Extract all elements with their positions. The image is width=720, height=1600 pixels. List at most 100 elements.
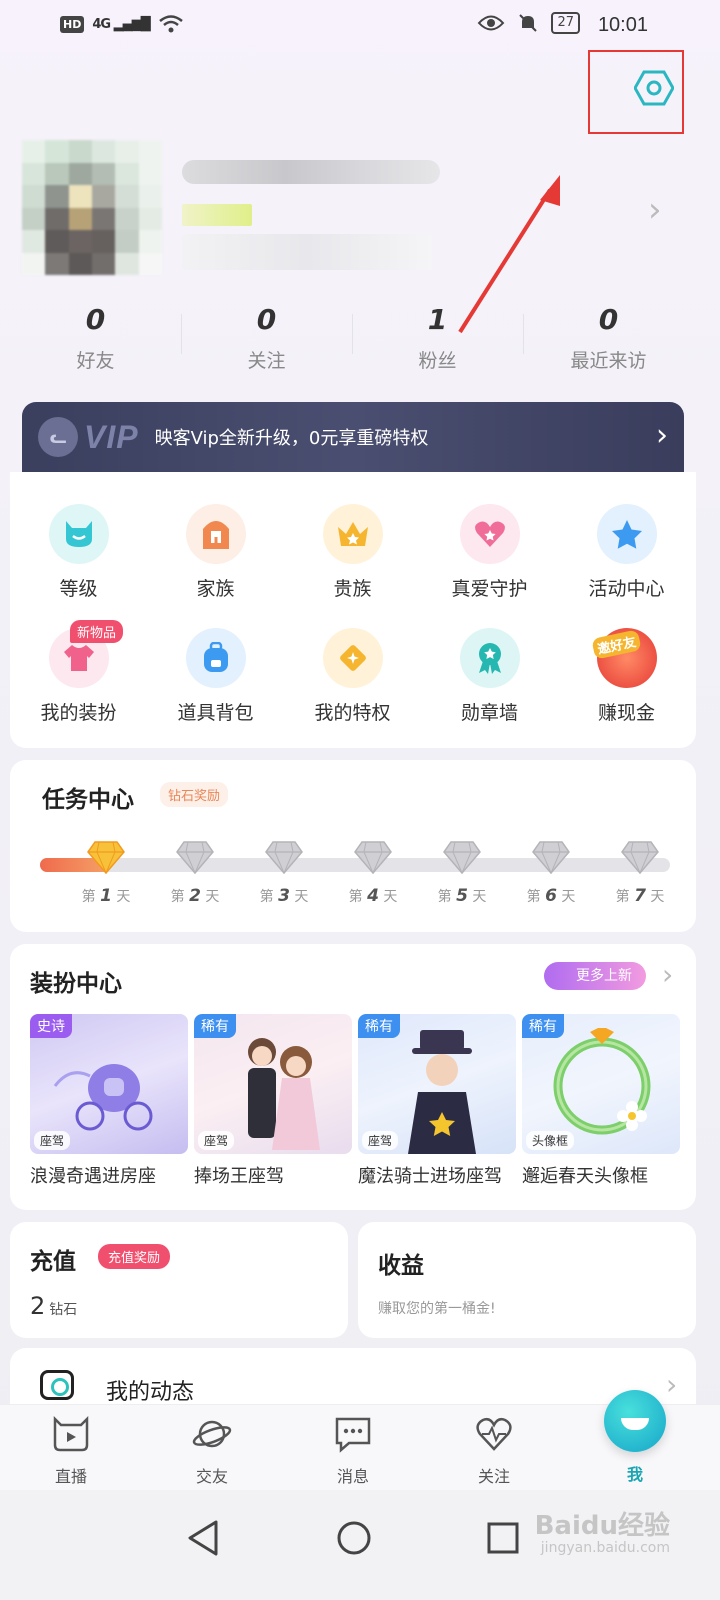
chevron-right-icon: ›	[656, 418, 668, 453]
profile-stats: 0 好友 0 关注 1 粉丝 0 最近来访	[10, 300, 694, 380]
recharge-title: 充值	[30, 1249, 76, 1275]
feature-activity-center[interactable]: 活动中心	[558, 504, 695, 601]
planet-icon	[192, 1420, 232, 1448]
stat-value: 0	[256, 303, 277, 336]
feature-props-backpack[interactable]: 道具背包	[147, 628, 284, 725]
diamond-balance: 2 钻石	[30, 1292, 77, 1320]
tab-messages[interactable]: 消息	[308, 1415, 398, 1487]
chevron-right-icon[interactable]: ›	[662, 958, 673, 991]
settings-gear-icon[interactable]	[634, 70, 674, 106]
heart-guard-icon	[459, 504, 520, 564]
diamond-icon	[354, 841, 392, 875]
checkin-day: 第 2 天	[165, 840, 225, 906]
checkin-day: 第 5 天	[432, 840, 492, 906]
profile-chevron-icon[interactable]: ›	[648, 190, 662, 230]
hd-indicator: HD	[60, 15, 85, 33]
flower-frame-icon	[553, 1028, 651, 1135]
tab-following[interactable]: 关注	[449, 1415, 539, 1487]
tab-live[interactable]: 直播	[26, 1415, 116, 1487]
couple-illustration-icon	[248, 1038, 320, 1150]
feature-earn-cash[interactable]: 邀好友 赚现金	[558, 628, 695, 725]
home-circle-icon[interactable]	[336, 1518, 372, 1558]
me-active-icon[interactable]	[604, 1390, 666, 1452]
item-name: 魔法骑士进场座驾	[358, 1166, 502, 1187]
earnings-subtitle: 赚取您的第一桶金!	[378, 1301, 496, 1317]
feature-noble[interactable]: 贵族	[284, 504, 421, 601]
feature-my-outfit[interactable]: 新物品 我的装扮	[10, 620, 147, 725]
stat-recent-visitors[interactable]: 0 最近来访	[523, 300, 694, 380]
day-number: 1	[100, 886, 112, 906]
dress-item[interactable]: 稀有 头像框 邂逅春天头像框	[522, 1014, 680, 1188]
dress-item[interactable]: 史诗 座驾 浪漫奇遇进房座	[30, 1014, 188, 1188]
day-prefix: 第	[615, 889, 630, 905]
item-type: 座驾	[362, 1131, 399, 1150]
day-suffix: 天	[561, 889, 576, 905]
more-new-button[interactable]: 更多上新	[544, 962, 646, 990]
avatar-mosaic	[22, 140, 162, 275]
item-image-knight: 稀有 座驾	[358, 1014, 516, 1154]
feature-label: 我的特权	[314, 702, 391, 724]
checkin-day: 第 6 天	[521, 840, 581, 906]
task-center-card[interactable]: 任务中心 钻石奖励 第 1 天第 2 天第 3 天第 4 天第 5 天第 6 天…	[10, 760, 696, 932]
day-number: 7	[634, 886, 646, 906]
tab-make-friends[interactable]: 交友	[167, 1415, 257, 1487]
stat-fans[interactable]: 1 粉丝	[352, 300, 523, 380]
tab-label: 我	[626, 1465, 643, 1484]
feature-label: 赚现金	[597, 702, 655, 724]
watermark-main: Baidu经验	[534, 1511, 670, 1541]
tab-me[interactable]: 我	[590, 1455, 680, 1485]
earnings-card[interactable]: 收益 赚取您的第一桶金!	[358, 1222, 696, 1338]
back-triangle-icon[interactable]	[186, 1518, 220, 1558]
feature-my-privilege[interactable]: 我的特权	[284, 628, 421, 725]
feature-true-love-guard[interactable]: 真爱守护	[421, 504, 558, 601]
noble-crown-icon	[322, 504, 383, 564]
level-badge-mosaic	[182, 204, 252, 226]
day-label: 第 5 天	[432, 886, 492, 906]
status-left: HD 4G ▂▄▆█	[60, 14, 184, 34]
recharge-card[interactable]: 充值 充值奖励 2 钻石	[10, 1222, 348, 1338]
username-blurred[interactable]	[182, 160, 442, 272]
recents-square-icon[interactable]	[486, 1518, 520, 1558]
feature-label: 勋章墙	[460, 702, 518, 724]
checkin-day: 第 7 天	[610, 840, 670, 906]
checkin-day: 第 3 天	[254, 840, 314, 906]
diamond-unit: 钻石	[49, 1302, 78, 1318]
dress-item[interactable]: 稀有 座驾 捧场王座驾	[194, 1014, 352, 1188]
day-number: 4	[367, 886, 379, 906]
vip-cat-icon: ᓚ	[38, 417, 78, 457]
item-image-frame: 稀有 头像框	[522, 1014, 680, 1154]
status-icons: 27	[477, 12, 580, 34]
vip-banner[interactable]: ᓚ VIP 映客Vip全新升级，0元享重磅特权 ›	[22, 402, 684, 472]
feature-level[interactable]: 等级	[10, 504, 147, 601]
earnings-title: 收益	[378, 1253, 424, 1279]
medal-icon	[459, 628, 520, 688]
feature-label: 贵族	[333, 578, 372, 600]
stat-following[interactable]: 0 关注	[181, 300, 352, 380]
feature-medal-wall[interactable]: 勋章墙	[421, 628, 558, 725]
heart-pulse-icon	[476, 1417, 512, 1451]
rarity-badge: 稀有	[522, 1014, 564, 1038]
dress-item[interactable]: 稀有 座驾 魔法骑士进场座驾	[358, 1014, 516, 1188]
day-number: 3	[278, 886, 290, 906]
mute-bell-icon	[519, 14, 538, 32]
item-name: 浪漫奇遇进房座	[30, 1166, 156, 1187]
feature-family[interactable]: 家族	[147, 504, 284, 601]
invite-friend-icon: 邀好友	[590, 628, 657, 688]
avatar[interactable]	[22, 140, 162, 275]
new-item-badge: 新物品	[70, 620, 124, 643]
item-type: 座驾	[198, 1131, 235, 1150]
diamond-icon	[621, 841, 659, 875]
diamond-amount: 2	[30, 1292, 46, 1320]
day-suffix: 天	[294, 889, 309, 905]
checkin-day: 第 4 天	[343, 840, 403, 906]
privilege-icon	[322, 628, 383, 688]
level-icon	[48, 504, 109, 564]
vip-logo-text: VIP	[84, 418, 139, 455]
diamond-reward-tag: 钻石奖励	[160, 782, 229, 807]
dress-items: 史诗 座驾 浪漫奇遇进房座 稀有 座驾 捧场王座驾 稀有 座驾 魔法骑士进场座驾	[30, 1014, 680, 1188]
stat-friends[interactable]: 0 好友	[10, 300, 181, 380]
live-tv-icon	[53, 1415, 89, 1452]
day-prefix: 第	[259, 889, 274, 905]
day-number: 6	[545, 886, 557, 906]
day-suffix: 天	[383, 889, 398, 905]
